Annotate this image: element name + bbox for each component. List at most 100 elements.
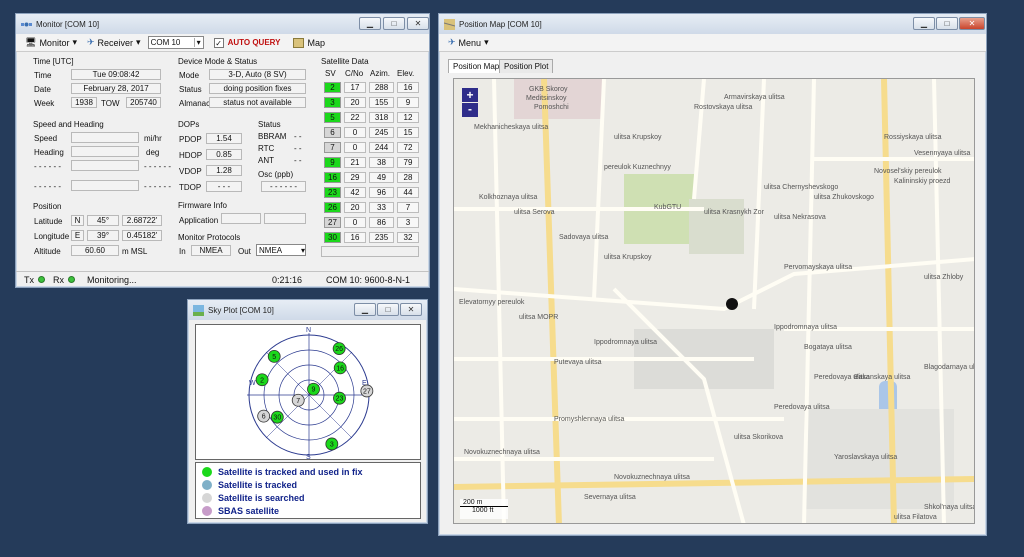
elevation-header: Elev. <box>397 69 415 78</box>
monitor-icon: 🖥 <box>25 37 37 47</box>
maximize-button[interactable]: □ <box>936 17 958 30</box>
map-street-label: Pervomayskaya ulitsa <box>784 264 852 271</box>
satellite-extra-row <box>321 246 419 257</box>
sv-cell: 16 <box>324 172 341 183</box>
elevation-cell: 32 <box>397 232 419 243</box>
legend-label-used: Satellite is tracked and used in fix <box>218 466 363 477</box>
sky-satellite-label: 30 <box>273 415 281 422</box>
zoom-in-button[interactable]: + <box>462 88 478 102</box>
receiver-menu-button[interactable]: ✈ Receiver ▾ <box>84 36 144 49</box>
sky-satellite-label: 26 <box>335 346 343 353</box>
map-title: Position Map [COM 10] <box>459 19 542 29</box>
legend-sbas: SBAS satellite <box>196 504 420 517</box>
in-label: In <box>179 247 186 256</box>
maximize-button[interactable]: □ <box>383 17 405 30</box>
chevron-down-icon: ▾ <box>193 38 203 47</box>
almanac-label: Almanac <box>179 99 211 108</box>
application-value <box>221 213 261 224</box>
chevron-down-icon: ▾ <box>136 37 141 47</box>
cno-cell: 16 <box>344 232 366 243</box>
bbram-label: BBRAM <box>258 132 287 141</box>
com-port-value: COM 10 <box>150 38 181 47</box>
road-ippodromnaya <box>612 287 746 523</box>
close-button[interactable]: ✕ <box>407 17 429 30</box>
map-street-label: Yaroslavskaya ulitsa <box>834 454 897 461</box>
out-protocol-select[interactable]: NMEA ▾ <box>256 244 306 256</box>
auto-query-label: AUTO QUERY <box>227 38 281 47</box>
elevation-cell: 3 <box>397 217 419 228</box>
close-button[interactable]: ✕ <box>400 303 422 316</box>
scale-feet: 1000 ft <box>472 507 494 514</box>
position-group-title: Position <box>33 202 62 211</box>
azimuth-cell: 235 <box>369 232 394 243</box>
map-street-label: ulitsa Zhloby <box>924 274 964 281</box>
pdop-value: 1.54 <box>206 133 242 144</box>
application-value-2 <box>264 213 306 224</box>
minimize-button[interactable]: ▁ <box>359 17 381 30</box>
auto-query-checkbox[interactable]: ✓ <box>213 37 224 48</box>
map-street-label: ulitsa Filatova <box>894 514 937 521</box>
sky-satellite-label: 7 <box>296 398 300 405</box>
azimuth-cell: 86 <box>369 217 394 228</box>
map-street-label: Ippodromnaya ulitsa <box>594 339 657 346</box>
com-port-select[interactable]: COM 10 ▾ <box>147 36 204 49</box>
tx-led-icon <box>38 276 45 283</box>
in-protocol-value: NMEA <box>191 245 231 256</box>
azimuth-cell: 318 <box>369 112 394 123</box>
rtc-value: - - <box>294 144 302 153</box>
green-dot-icon <box>202 466 212 477</box>
minimize-button[interactable]: ▁ <box>354 303 376 316</box>
map-menu-label: Menu <box>458 37 482 48</box>
map-view[interactable]: GKB Skoroy Meditsinskoy Pomoshchi KubGTU Ros… <box>453 78 975 524</box>
sky-satellite-label: 9 <box>312 387 316 394</box>
cno-cell: 0 <box>344 142 366 153</box>
sky-satellite-label: 5 <box>272 354 276 361</box>
sv-cell: 2 <box>324 82 341 93</box>
maximize-button[interactable]: □ <box>377 303 399 316</box>
almanac-value: status not available <box>209 97 306 108</box>
zoom-out-button[interactable]: - <box>462 103 478 117</box>
map-button[interactable]: Map <box>290 37 328 49</box>
monitor-menu-button[interactable]: 🖥 Monitor ▾ <box>22 36 80 49</box>
elevation-cell: 15 <box>397 127 419 138</box>
sv-cell: 6 <box>324 127 341 138</box>
skyplot-canvas: N S E W 2 3 5 6 7 9 16 23 26 27 30 <box>195 324 421 461</box>
map-street-label: Rostovskaya ulitsa <box>694 104 752 111</box>
sv-cell: 7 <box>324 142 341 153</box>
map-menu-button[interactable]: ✈ Menu ▾ <box>445 36 492 49</box>
map-street-label: GKB Skoroy <box>529 86 568 93</box>
mode-value: 3-D, Auto (8 SV) <box>209 69 306 80</box>
longitude-label: Longitude <box>34 232 70 241</box>
azimuth-cell: 96 <box>369 187 394 198</box>
map-title-bar[interactable]: Position Map [COM 10] <box>439 14 986 34</box>
map-street-label: Novokuznechnaya ulitsa <box>614 474 690 481</box>
speed-unit: mi/hr <box>144 134 162 143</box>
tdop-label: TDOP <box>179 183 202 192</box>
close-button[interactable]: ✕ <box>959 17 985 30</box>
map-street-label: Shkol'naya ulitsa <box>924 504 975 511</box>
sky-satellite-label: 27 <box>363 388 371 395</box>
map-street-label: ulitsa Chernyshevskogo <box>764 184 838 191</box>
osc-value: - - - - - - <box>261 181 306 192</box>
tab-position-plot[interactable]: Position Plot <box>499 59 554 73</box>
tab-position-map[interactable]: Position Map <box>448 59 505 73</box>
extra-label-1: - - - - - - <box>34 162 62 171</box>
satellite-icon <box>21 22 32 26</box>
skyplot-svg: N S E W 2356791623262730 <box>247 327 374 461</box>
chevron-down-icon: ▾ <box>300 245 305 255</box>
cno-cell: 21 <box>344 157 366 168</box>
dops-group-title: DOPs <box>178 120 200 129</box>
map-street-label: Vesennyaya ulitsa <box>914 150 971 157</box>
minimize-button[interactable]: ▁ <box>913 17 935 30</box>
firmware-group-title: Firmware Info <box>178 201 227 210</box>
satellite-group-title: Satellite Data <box>321 57 369 66</box>
cno-cell: 29 <box>344 172 366 183</box>
map-icon <box>444 18 455 30</box>
longitude-hemisphere: E <box>71 230 84 241</box>
satellite-icon: ✈ <box>448 37 456 47</box>
heading-unit: deg <box>146 148 160 157</box>
position-marker-icon <box>726 298 738 310</box>
map-street-label: Armavirskaya ulitsa <box>724 94 785 101</box>
altitude-value: 60.60 <box>71 245 119 256</box>
cno-cell: 42 <box>344 187 366 198</box>
